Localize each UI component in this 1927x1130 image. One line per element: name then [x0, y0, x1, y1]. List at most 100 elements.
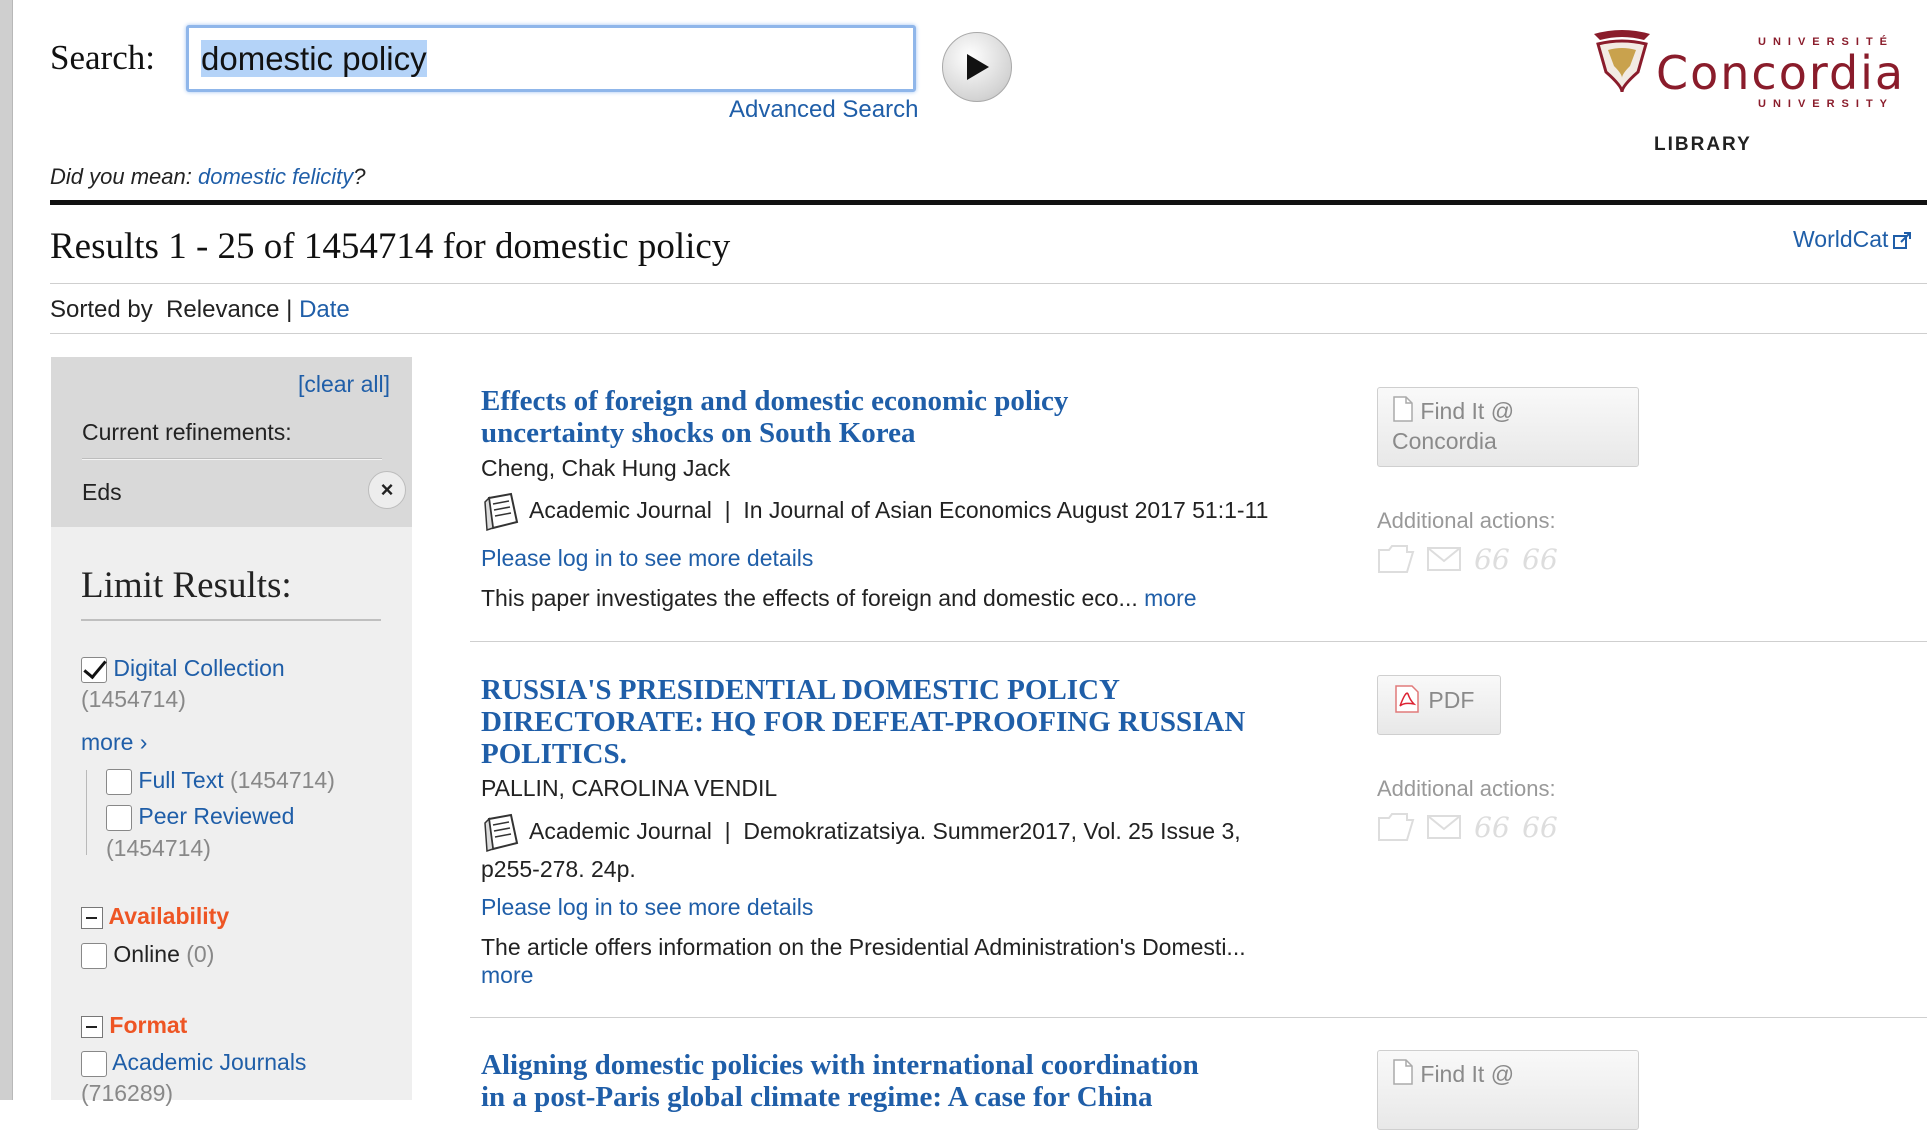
play-icon	[967, 54, 989, 80]
email-icon[interactable]	[1425, 542, 1463, 576]
additional-actions: 66 66	[1377, 810, 1559, 844]
sort-date-link[interactable]: Date	[299, 296, 350, 323]
format-heading[interactable]: Format	[81, 1012, 187, 1039]
find-it-button[interactable]: Find It @ Concordia	[1377, 387, 1639, 467]
divider	[82, 458, 382, 460]
folder-icon[interactable]	[1377, 542, 1415, 576]
academic-journals-checkbox[interactable]	[81, 1050, 107, 1077]
peer-reviewed-checkbox[interactable]	[106, 804, 132, 831]
search-submit-button[interactable]	[942, 32, 1012, 102]
folder-icon[interactable]	[1377, 810, 1415, 844]
abstract-more-link[interactable]: more	[481, 962, 533, 988]
result-title-link[interactable]: RUSSIA'S PRESIDENTIAL DOMESTIC POLICY DI…	[481, 674, 1245, 770]
abstract-text: The article offers information on the Pr…	[481, 934, 1246, 960]
logo-university-text: UNIVERSITY	[1758, 98, 1895, 110]
result-separator	[470, 641, 1927, 642]
document-icon	[1393, 1059, 1413, 1085]
find-it-button[interactable]: Find It @	[1377, 1050, 1639, 1130]
format-label[interactable]: Format	[109, 1012, 187, 1038]
availability-label[interactable]: Availability	[109, 903, 230, 929]
facet-digital-collection[interactable]: Digital Collection (1454714)	[81, 653, 285, 715]
worldcat-label[interactable]: WorldCat	[1793, 226, 1888, 252]
result-author: Cheng, Chak Hung Jack	[481, 455, 731, 481]
pdf-label[interactable]: PDF	[1428, 687, 1474, 713]
facet-full-text[interactable]: Full Text (1454714)	[106, 765, 335, 796]
login-details-link[interactable]: Please log in to see more details	[481, 545, 813, 572]
did-you-mean-prefix: Did you mean:	[50, 164, 198, 189]
result-author: PALLIN, CAROLINA VENDIL	[481, 775, 778, 801]
result-title-line[interactable]: Effects of foreign and domestic economic…	[481, 385, 1068, 417]
result-title-line[interactable]: Aligning domestic policies with internat…	[481, 1049, 1199, 1081]
concordia-library-logo[interactable]: UNIVERSITÉ Concordia UNIVERSITY LIBRARY	[1588, 28, 1908, 168]
divider	[50, 283, 1927, 284]
collapse-icon[interactable]	[81, 1015, 103, 1038]
result-separator	[470, 1017, 1927, 1018]
full-text-count: (1454714)	[230, 767, 335, 793]
result-title-line[interactable]: RUSSIA'S PRESIDENTIAL DOMESTIC POLICY	[481, 674, 1245, 706]
find-it-label[interactable]: Find It @	[1420, 1061, 1514, 1087]
email-icon[interactable]	[1425, 810, 1463, 844]
digital-collection-checkbox[interactable]	[81, 656, 107, 683]
did-you-mean: Did you mean: domestic felicity?	[50, 164, 366, 190]
digital-collection-label[interactable]: Digital Collection	[113, 655, 284, 681]
facet-online[interactable]: Online (0)	[81, 939, 214, 970]
export-citation-icon[interactable]: 66	[1521, 810, 1559, 844]
result-source: Demokratizatsiya. Summer2017, Vol. 25 Is…	[743, 818, 1241, 844]
academic-journals-count: (716289)	[81, 1080, 174, 1106]
did-you-mean-link[interactable]: domestic felicity	[198, 164, 353, 189]
advanced-search-link[interactable]: Advanced Search	[729, 96, 918, 124]
result-title-line[interactable]: uncertainty shocks on South Korea	[481, 417, 1068, 449]
result-type: Academic Journal	[529, 818, 712, 844]
peer-reviewed-count: (1454714)	[106, 835, 211, 861]
peer-reviewed-label[interactable]: Peer Reviewed	[138, 803, 294, 829]
did-you-mean-suffix: ?	[353, 164, 366, 189]
result-abstract: This paper investigates the effects of f…	[481, 584, 1197, 612]
abstract-more-link[interactable]: more	[1144, 585, 1196, 611]
result-meta: Academic Journal | Demokratizatsiya. Sum…	[481, 812, 1241, 853]
sort-relevance: Relevance	[166, 296, 280, 323]
search-input-value[interactable]: domestic policy	[201, 40, 427, 77]
cite-icon[interactable]: 66	[1473, 810, 1511, 844]
search-input[interactable]: domestic policy	[186, 25, 916, 92]
journal-icon	[484, 813, 519, 852]
result-source: In Journal of Asian Economics August 201…	[743, 497, 1269, 523]
worldcat-link[interactable]: WorldCat	[1793, 226, 1912, 253]
remove-refinement-button[interactable]: ×	[368, 471, 406, 509]
sort-label: Sorted by	[50, 296, 153, 323]
journal-icon	[484, 492, 519, 531]
export-citation-icon[interactable]: 66	[1521, 542, 1559, 576]
academic-journals-label[interactable]: Academic Journals	[112, 1049, 306, 1075]
shield-icon	[1594, 30, 1650, 93]
pdf-button[interactable]: PDF	[1377, 675, 1501, 735]
result-meta: Academic Journal | In Journal of Asian E…	[481, 491, 1268, 532]
additional-actions: 66 66	[1377, 542, 1559, 576]
result-title-line[interactable]: in a post-Paris global climate regime: A…	[481, 1081, 1199, 1113]
divider	[50, 200, 1927, 205]
login-details-link[interactable]: Please log in to see more details	[481, 894, 813, 921]
full-text-label[interactable]: Full Text	[138, 767, 223, 793]
logo-library-text: LIBRARY	[1654, 134, 1752, 155]
current-refinements-label: Current refinements:	[82, 419, 292, 445]
refinement-eds: Eds	[82, 479, 122, 505]
sort-separator: |	[286, 296, 293, 323]
facet-sidebar: [clear all] Current refinements: Eds × L…	[51, 357, 412, 1106]
facet-peer-reviewed[interactable]: Peer Reviewed	[106, 801, 294, 832]
result-title-line[interactable]: DIRECTORATE: HQ FOR DEFEAT-PROOFING RUSS…	[481, 706, 1245, 738]
result-title-link[interactable]: Aligning domestic policies with internat…	[481, 1049, 1199, 1113]
logo-concordia-text: Concordia	[1656, 46, 1906, 100]
result-title-line[interactable]: POLITICS.	[481, 738, 1245, 770]
result-type: Academic Journal	[529, 497, 712, 523]
availability-heading[interactable]: Availability	[81, 903, 229, 930]
more-facets-link[interactable]: more ›	[81, 729, 147, 756]
sort-bar: Sorted by Relevance | Date	[50, 296, 350, 324]
full-text-checkbox[interactable]	[106, 768, 132, 795]
divider	[81, 619, 381, 621]
cite-icon[interactable]: 66	[1473, 542, 1511, 576]
online-label[interactable]: Online	[113, 941, 179, 967]
result-title-link[interactable]: Effects of foreign and domestic economic…	[481, 385, 1068, 449]
limit-results-heading: Limit Results:	[81, 565, 292, 606]
collapse-icon[interactable]	[81, 906, 103, 929]
digital-collection-count: (1454714)	[81, 686, 186, 712]
clear-all-link[interactable]: [clear all]	[298, 371, 390, 398]
online-checkbox[interactable]	[81, 942, 107, 969]
